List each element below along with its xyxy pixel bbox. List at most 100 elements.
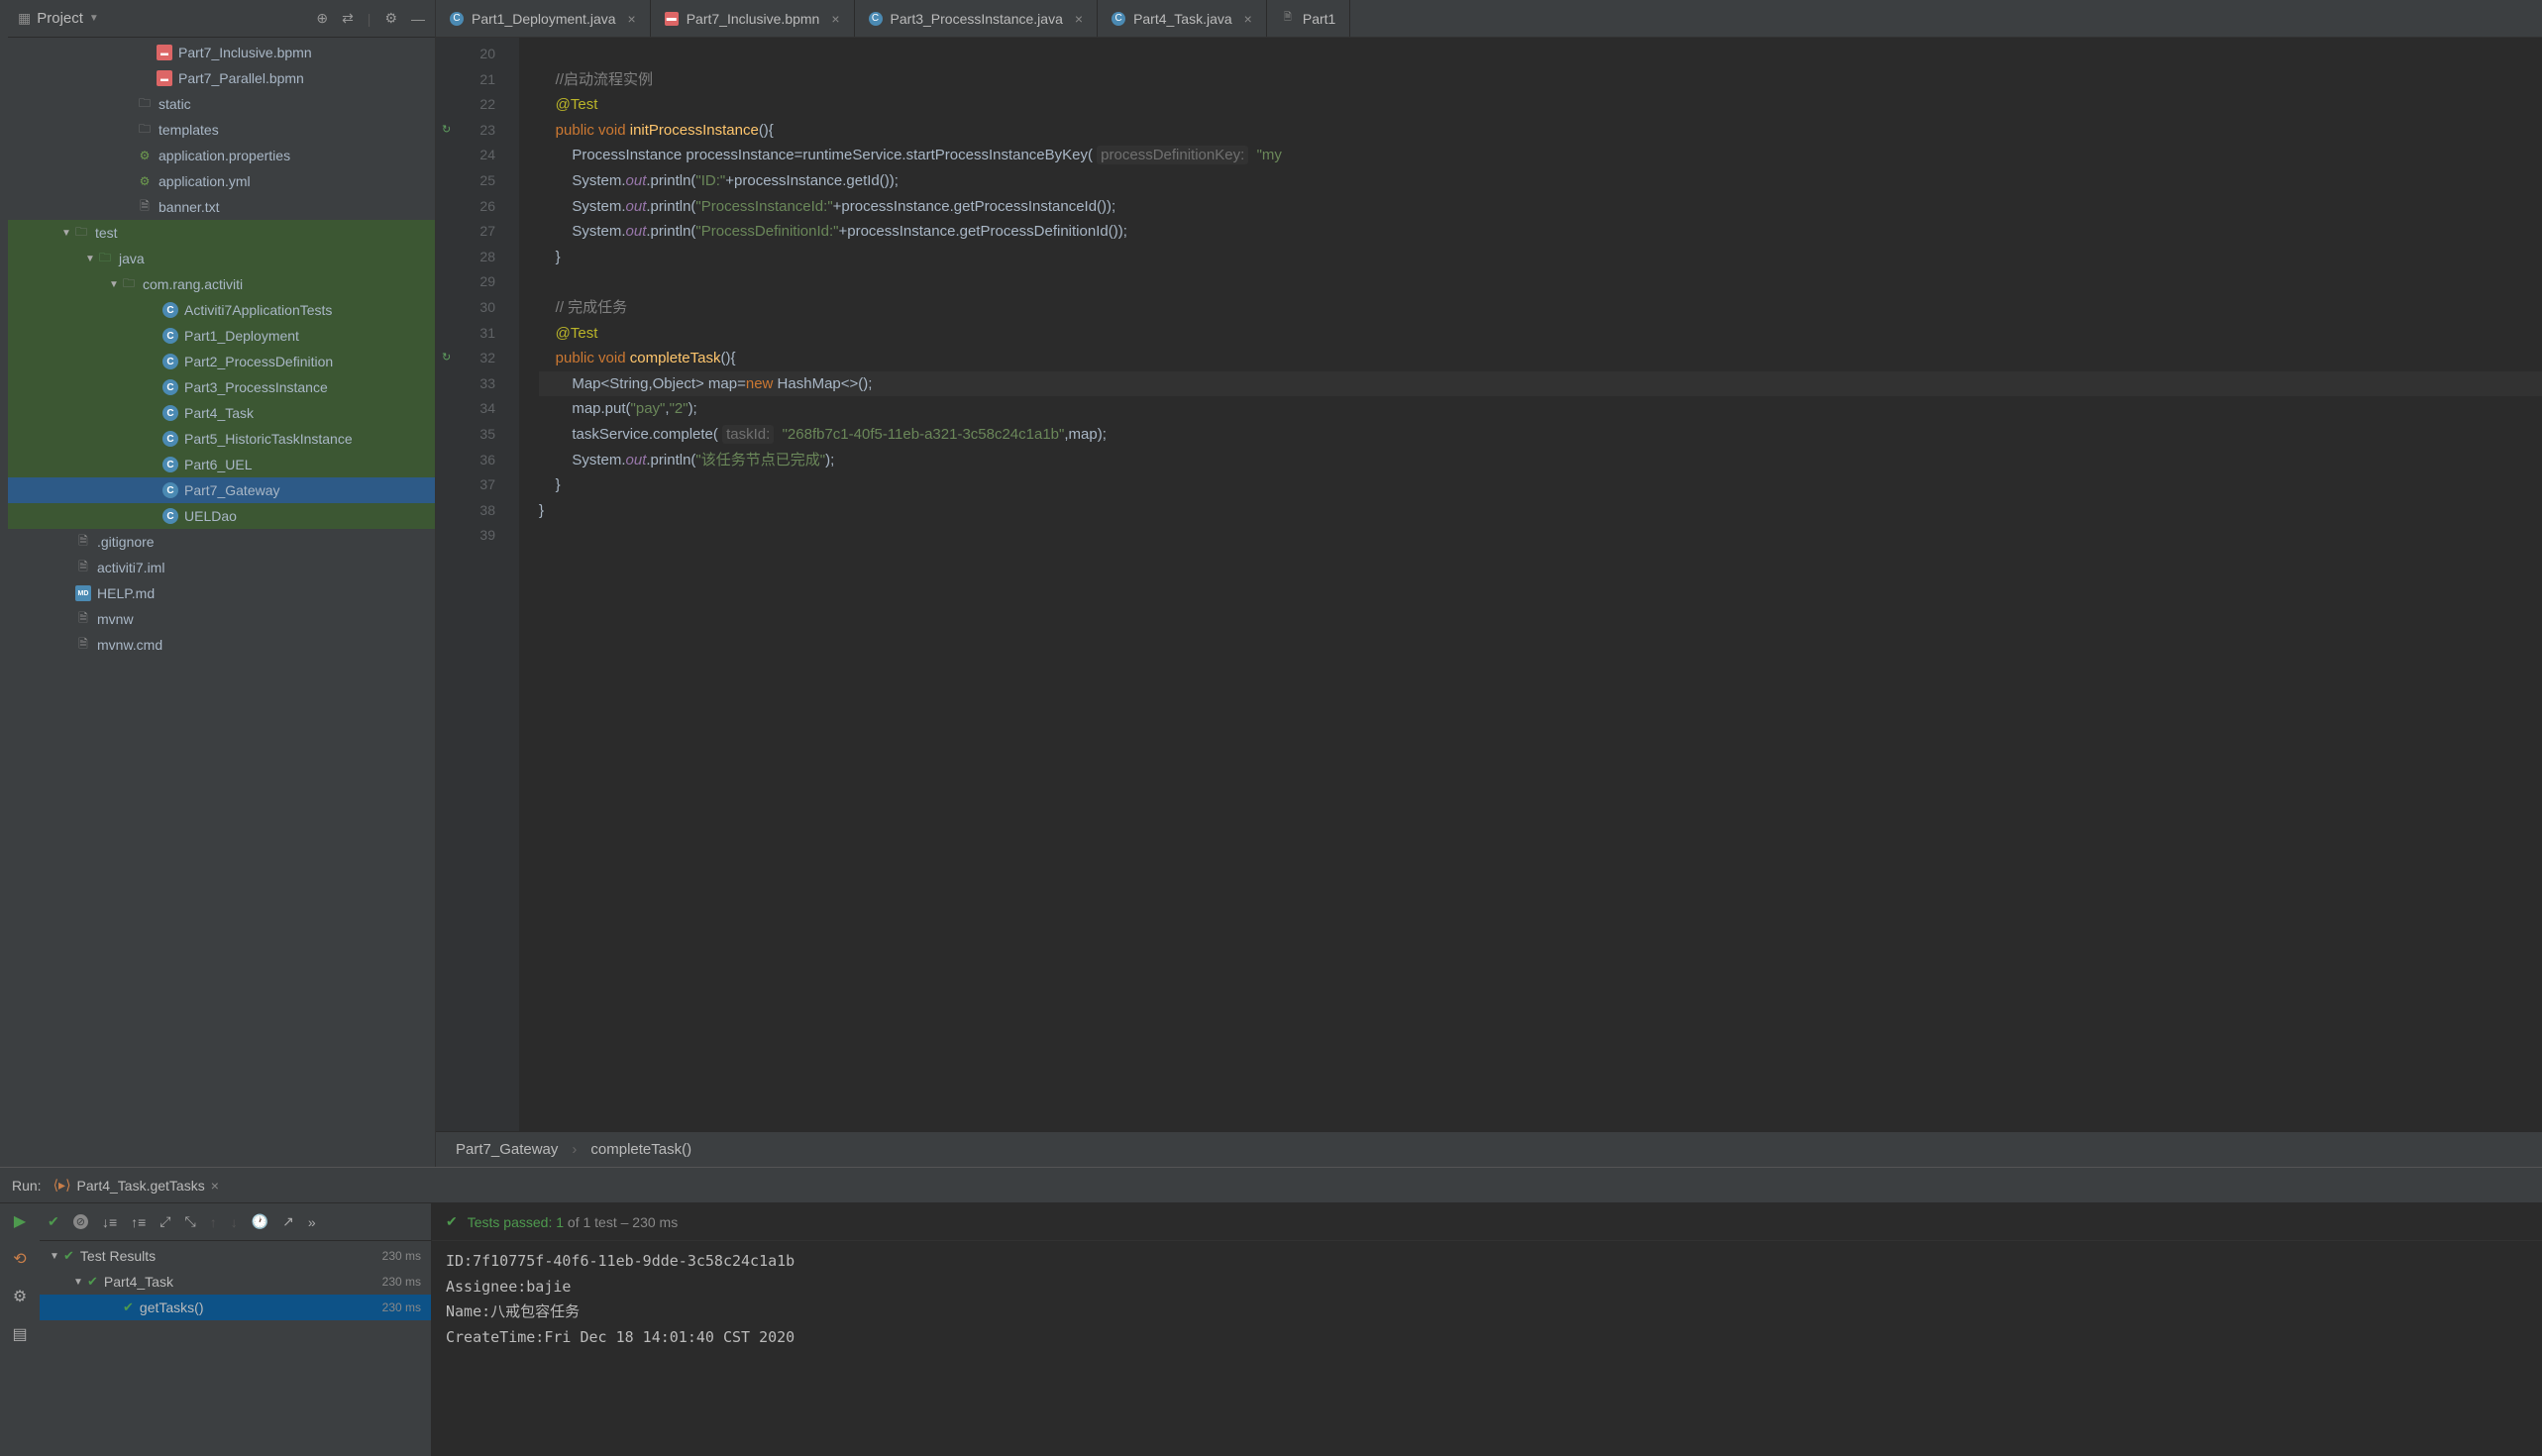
tab-label: Part1_Deployment.java [472, 11, 616, 27]
tree-item-label: test [95, 225, 118, 241]
tree-item[interactable]: MDHELP.md [8, 580, 435, 606]
close-icon[interactable]: × [1244, 11, 1252, 27]
tree-item[interactable]: 🗎mvnw.cmd [8, 632, 435, 658]
tree-item-label: activiti7.iml [97, 560, 164, 575]
next-icon[interactable]: ↓ [231, 1214, 238, 1230]
test-item-label: getTasks() [140, 1300, 382, 1315]
tab-label: Part4_Task.java [1133, 11, 1232, 27]
tree-item-label: application.yml [159, 173, 251, 189]
tree-item[interactable]: ▼🗀java [8, 246, 435, 271]
more-icon[interactable]: » [308, 1214, 316, 1230]
collapse-all-icon[interactable]: ⤡ [185, 1213, 196, 1230]
close-icon[interactable]: × [831, 11, 839, 27]
gutter-line: 28 [436, 245, 519, 270]
expand-all-icon[interactable]: ⤢ [159, 1213, 170, 1230]
tree-item[interactable]: 🗎mvnw [8, 606, 435, 632]
run-gutter-icon[interactable]: ↻ [442, 118, 451, 144]
run-gutter-icon[interactable]: ↻ [442, 346, 451, 371]
close-icon[interactable]: × [1075, 11, 1083, 27]
gutter-line: 21 [436, 67, 519, 93]
editor-tab[interactable]: CPart1_Deployment.java× [436, 0, 651, 37]
tree-item[interactable]: ⚙application.yml [8, 168, 435, 194]
tree-item[interactable]: ▬Part7_Parallel.bpmn [8, 65, 435, 91]
test-tree[interactable]: ▼✔Test Results230 ms▼✔Part4_Task230 ms✔g… [40, 1241, 431, 1456]
show-ignored-icon[interactable]: ⊘ [73, 1214, 88, 1229]
stop-icon[interactable]: ⚙ [13, 1287, 27, 1306]
sort-up-icon[interactable]: ↑≡ [131, 1214, 146, 1230]
gutter-line: 30 [436, 295, 519, 321]
tree-item[interactable]: ▬Part7_Inclusive.bpmn [8, 40, 435, 65]
breadcrumb: Part7_Gateway › completeTask() [436, 1131, 2542, 1167]
gear-icon[interactable]: ⚙ [384, 10, 397, 27]
tree-item-label: java [119, 251, 145, 266]
tree-item[interactable]: ⚙application.properties [8, 143, 435, 168]
tree-item[interactable]: CActiviti7ApplicationTests [8, 297, 435, 323]
locate-icon[interactable]: ⊕ [316, 10, 328, 27]
tree-item-label: Part7_Inclusive.bpmn [178, 45, 312, 60]
tree-item-label: mvnw [97, 611, 134, 627]
editor-tabs: CPart1_Deployment.java×▬Part7_Inclusive.… [436, 0, 2542, 38]
tree-item-label: UELDao [184, 508, 237, 524]
run-tab[interactable]: ⟨▸⟩ Part4_Task.getTasks × [53, 1177, 219, 1194]
run-label: Run: [12, 1178, 42, 1194]
tree-item[interactable]: CPart7_Gateway [8, 477, 435, 503]
tree-item[interactable]: ▼🗀com.rang.activiti [8, 271, 435, 297]
breadcrumb-item[interactable]: Part7_Gateway [456, 1141, 558, 1158]
tree-item[interactable]: 🗀templates [8, 117, 435, 143]
project-tree[interactable]: ▬Part7_Inclusive.bpmn▬Part7_Parallel.bpm… [8, 38, 435, 1167]
layout-icon[interactable]: ▤ [12, 1324, 27, 1344]
tree-item[interactable]: 🗀static [8, 91, 435, 117]
check-icon: ✔ [63, 1248, 74, 1264]
tree-item-label: HELP.md [97, 585, 155, 601]
test-tree-item[interactable]: ▼✔Test Results230 ms [40, 1243, 431, 1269]
tree-item[interactable]: CPart1_Deployment [8, 323, 435, 349]
minimize-icon[interactable]: — [411, 11, 425, 27]
sort-down-icon[interactable]: ↓≡ [102, 1214, 117, 1230]
breadcrumb-item[interactable]: completeTask() [590, 1141, 691, 1158]
tree-item[interactable]: CPart2_ProcessDefinition [8, 349, 435, 374]
tree-item-label: Part7_Gateway [184, 482, 280, 498]
tree-item[interactable]: 🗎.gitignore [8, 529, 435, 555]
editor-tab[interactable]: 🗎Part1 [1267, 0, 1350, 37]
export-icon[interactable]: ↗ [282, 1213, 294, 1230]
tree-item[interactable]: CPart6_UEL [8, 452, 435, 477]
tree-item[interactable]: 🗎banner.txt [8, 194, 435, 220]
close-icon[interactable]: × [628, 11, 636, 27]
test-item-time: 230 ms [382, 1275, 421, 1289]
prev-icon[interactable]: ↑ [210, 1214, 217, 1230]
tree-item[interactable]: CPart3_ProcessInstance [8, 374, 435, 400]
code-line: ProcessInstance processInstance=runtimeS… [539, 143, 2542, 168]
test-item-label: Part4_Task [104, 1274, 382, 1290]
rerun-icon[interactable]: ▶ [14, 1211, 26, 1231]
gutter-line: 35 [436, 422, 519, 448]
toggle-icon[interactable]: ⟲ [13, 1249, 26, 1269]
tree-item-label: Part5_HistoricTaskInstance [184, 431, 353, 447]
tree-item[interactable]: ▼🗀test [8, 220, 435, 246]
editor-tab[interactable]: CPart3_ProcessInstance.java× [855, 0, 1099, 37]
close-icon[interactable]: × [211, 1178, 219, 1194]
project-dropdown-icon[interactable]: ▼ [89, 13, 99, 24]
chevron-icon: ▼ [50, 1251, 63, 1262]
tree-item[interactable]: 🗎activiti7.iml [8, 555, 435, 580]
chevron-icon: ▼ [73, 1277, 87, 1288]
tree-item-label: Part1_Deployment [184, 328, 299, 344]
tree-item[interactable]: CUELDao [8, 503, 435, 529]
tree-item[interactable]: CPart4_Task [8, 400, 435, 426]
test-tree-item[interactable]: ▼✔Part4_Task230 ms [40, 1269, 431, 1295]
gutter-line: 22 [436, 92, 519, 118]
expand-icon[interactable]: ⇄ [342, 10, 354, 27]
show-passed-icon[interactable]: ✔ [48, 1213, 59, 1230]
tree-item[interactable]: CPart5_HistoricTaskInstance [8, 426, 435, 452]
editor-tab[interactable]: CPart4_Task.java× [1098, 0, 1267, 37]
tree-item-label: banner.txt [159, 199, 220, 215]
tab-label: Part3_ProcessInstance.java [891, 11, 1063, 27]
tree-item-label: com.rang.activiti [143, 276, 243, 292]
console-output[interactable]: ID:7f10775f-40f6-11eb-9dde-3c58c24c1a1b … [432, 1241, 2542, 1456]
code-line [539, 523, 2542, 549]
editor-code[interactable]: //启动流程实例 @Test public void initProcessIn… [519, 38, 2542, 1131]
history-icon[interactable]: 🕐 [252, 1213, 268, 1230]
test-tree-item[interactable]: ✔getTasks()230 ms [40, 1295, 431, 1320]
tree-item-label: Part3_ProcessInstance [184, 379, 328, 395]
gutter-line: 31 [436, 321, 519, 347]
editor-tab[interactable]: ▬Part7_Inclusive.bpmn× [651, 0, 855, 37]
